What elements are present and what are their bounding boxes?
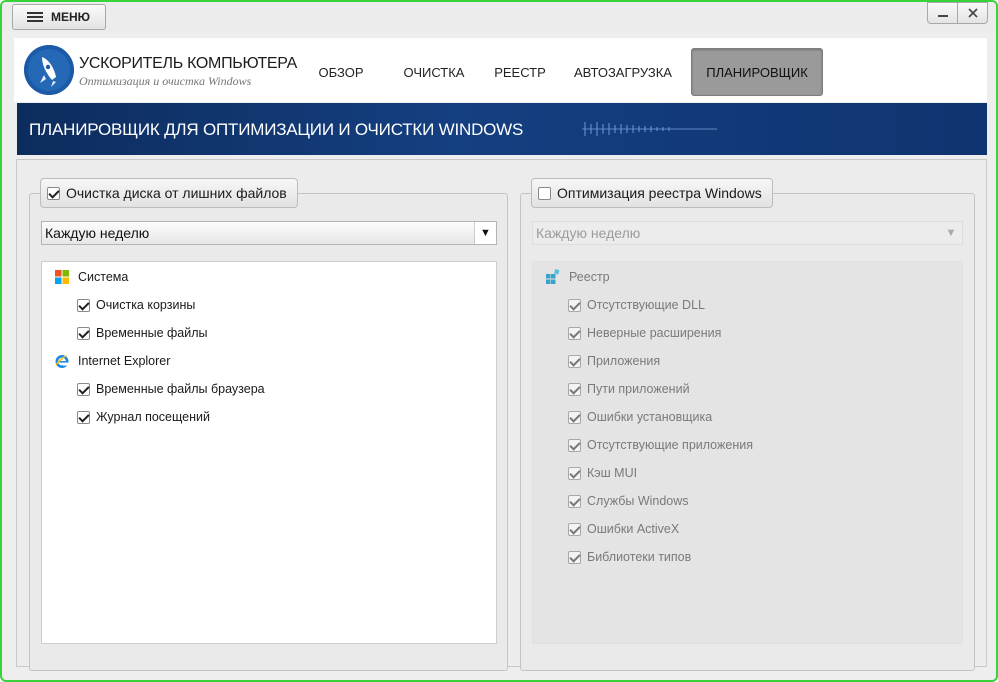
tree-item[interactable]: Пути приложений <box>568 379 690 399</box>
app-window: МЕНЮ УСКОРИТЕЛЬ КОМПЬЮТЕРА Оптимизация и… <box>0 0 998 682</box>
tree-item-label: Библиотеки типов <box>587 550 692 564</box>
tree-item-label: Очистка корзины <box>96 298 196 312</box>
dropdown-arrow-icon: ▼ <box>945 227 957 239</box>
disk-cleanup-schedule-value: Каждую неделю <box>45 225 150 241</box>
tree-group-label: Internet Explorer <box>78 354 171 368</box>
disk-cleanup-schedule-select[interactable]: Каждую неделю ▼ <box>41 221 497 245</box>
tree-item-label: Пути приложений <box>587 382 690 396</box>
registry-icon <box>545 268 561 285</box>
tab-cleanup[interactable]: ОЧИСТКА <box>392 48 476 96</box>
registry-optimization-checkbox[interactable] <box>538 186 551 200</box>
registry-optimization-toggle[interactable]: Оптимизация реестра Windows <box>531 178 773 208</box>
tab-scheduler[interactable]: ПЛАНИРОВЩИК <box>691 48 823 96</box>
item-checkbox[interactable] <box>568 466 581 480</box>
disk-cleanup-title: Очистка диска от лишних файлов <box>66 185 287 201</box>
disk-cleanup-toggle[interactable]: Очистка диска от лишних файлов <box>40 178 298 208</box>
disk-cleanup-group: Очистка диска от лишних файлов Каждую не… <box>29 178 508 671</box>
menu-button-label: МЕНЮ <box>51 10 91 24</box>
tree-group-internet-explorer[interactable]: Internet Explorer <box>54 351 170 371</box>
tree-item-label: Неверные расширения <box>587 326 722 340</box>
item-checkbox[interactable] <box>568 410 581 424</box>
tree-item[interactable]: Службы Windows <box>568 491 689 511</box>
close-icon <box>967 8 978 18</box>
item-checkbox[interactable] <box>77 382 90 396</box>
tree-item[interactable]: Временные файлы браузера <box>77 379 265 399</box>
item-checkbox[interactable] <box>568 494 581 508</box>
item-checkbox[interactable] <box>77 326 90 340</box>
tree-item-label: Временные файлы <box>96 326 208 340</box>
item-checkbox[interactable] <box>568 522 581 536</box>
item-checkbox[interactable] <box>568 438 581 452</box>
tree-item[interactable]: Отсутствующие приложения <box>568 435 753 455</box>
item-checkbox[interactable] <box>568 326 581 340</box>
tree-group-registry[interactable]: Реестр <box>545 267 610 287</box>
hamburger-icon <box>27 12 43 22</box>
item-checkbox[interactable] <box>568 382 581 396</box>
item-checkbox[interactable] <box>77 410 90 424</box>
registry-tree: Реестр Отсутствующие DLL Неверные расшир… <box>532 261 963 644</box>
waveform-decoration-icon <box>582 122 717 136</box>
tab-autostart[interactable]: АВТОЗАГРУЗКА <box>566 48 680 96</box>
tree-item[interactable]: Ошибки ActiveX <box>568 519 679 539</box>
tree-item[interactable]: Кэш MUI <box>568 463 637 483</box>
banner-title: ПЛАНИРОВЩИК ДЛЯ ОПТИМИЗАЦИИ И ОЧИСТКИ WI… <box>29 120 524 139</box>
tree-item-label: Кэш MUI <box>587 466 638 480</box>
tree-group-label: Реестр <box>569 270 610 284</box>
tree-item[interactable]: Журнал посещений <box>77 407 210 427</box>
app-header: УСКОРИТЕЛЬ КОМПЬЮТЕРА Оптимизация и очис… <box>14 38 987 102</box>
tree-item[interactable]: Ошибки установщика <box>568 407 712 427</box>
minimize-button[interactable] <box>927 2 958 24</box>
tree-item-label: Службы Windows <box>587 494 689 508</box>
item-checkbox[interactable] <box>568 354 581 368</box>
tree-item-label: Ошибки ActiveX <box>587 522 680 536</box>
tree-item-label: Временные файлы браузера <box>96 382 265 396</box>
registry-schedule-value: Каждую неделю <box>536 225 641 241</box>
close-button[interactable] <box>957 2 988 24</box>
tab-overview[interactable]: ОБЗОР <box>304 48 378 96</box>
rocket-logo-icon <box>24 45 74 95</box>
tree-item[interactable]: Неверные расширения <box>568 323 721 343</box>
minimize-icon <box>937 15 948 17</box>
tree-item[interactable]: Приложения <box>568 351 660 371</box>
registry-optimization-title: Оптимизация реестра Windows <box>557 185 762 201</box>
registry-optimization-group: Оптимизация реестра Windows Каждую недел… <box>520 178 975 671</box>
dropdown-arrow-icon: ▼ <box>474 222 496 244</box>
tree-item-label: Ошибки установщика <box>587 410 713 424</box>
tree-item-label: Приложения <box>587 354 661 368</box>
tree-group-label: Система <box>78 270 129 284</box>
item-checkbox[interactable] <box>77 298 90 312</box>
tab-registry[interactable]: РЕЕСТР <box>486 48 554 96</box>
disk-cleanup-checkbox[interactable] <box>47 186 60 200</box>
tree-item[interactable]: Отсутствующие DLL <box>568 295 705 315</box>
tree-item[interactable]: Очистка корзины <box>77 295 195 315</box>
item-checkbox[interactable] <box>568 298 581 312</box>
tree-group-system[interactable]: Система <box>54 267 128 287</box>
tree-item[interactable]: Временные файлы <box>77 323 208 343</box>
windows-icon <box>54 269 70 285</box>
menu-button[interactable]: МЕНЮ <box>12 4 106 30</box>
tree-item-label: Отсутствующие DLL <box>587 298 705 312</box>
logo-title: УСКОРИТЕЛЬ КОМПЬЮТЕРА <box>79 55 297 72</box>
internet-explorer-icon <box>54 353 70 369</box>
registry-schedule-select[interactable]: Каждую неделю ▼ <box>532 221 963 245</box>
tree-item[interactable]: Библиотеки типов <box>568 547 691 567</box>
logo-subtitle: Оптимизация и очистка Windows <box>79 74 252 88</box>
title-bar: МЕНЮ <box>2 2 996 32</box>
tree-item-label: Отсутствующие приложения <box>587 438 753 452</box>
section-banner: ПЛАНИРОВЩИК ДЛЯ ОПТИМИЗАЦИИ И ОЧИСТКИ WI… <box>17 103 987 155</box>
tree-item-label: Журнал посещений <box>96 410 210 424</box>
item-checkbox[interactable] <box>568 550 581 564</box>
scheduler-content: Очистка диска от лишних файлов Каждую не… <box>16 159 987 671</box>
disk-cleanup-tree: Система Очистка корзины Временные файлы <box>41 261 497 644</box>
